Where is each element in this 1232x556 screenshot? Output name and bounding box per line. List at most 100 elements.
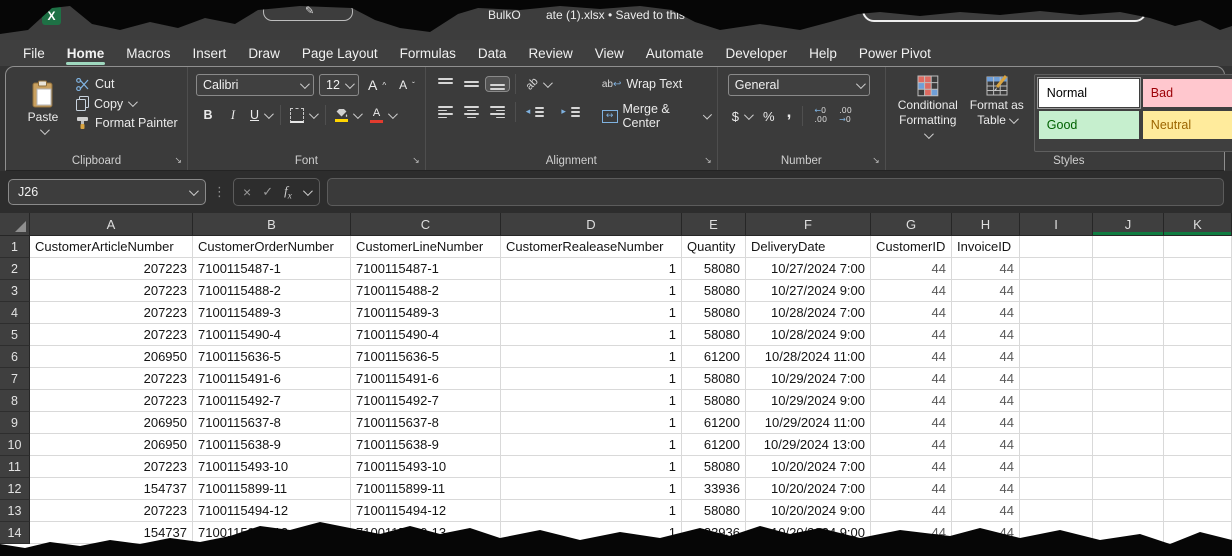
- cell-D9[interactable]: 1: [501, 412, 682, 434]
- tab-review[interactable]: Review: [517, 40, 583, 66]
- row-header-13[interactable]: 13: [0, 500, 30, 522]
- cell-K5[interactable]: [1164, 324, 1232, 346]
- cell-A4[interactable]: 207223: [30, 302, 193, 324]
- cell-H7[interactable]: 44: [952, 368, 1020, 390]
- cell-E14[interactable]: 33936: [682, 522, 746, 544]
- cell-B4[interactable]: 7100115489-3: [193, 302, 351, 324]
- column-header-K[interactable]: K: [1164, 213, 1232, 236]
- cell-H5[interactable]: 44: [952, 324, 1020, 346]
- column-header-D[interactable]: D: [501, 213, 682, 236]
- search-box-fragment[interactable]: [862, 0, 1147, 22]
- cell-F6[interactable]: 10/28/2024 11:00: [746, 346, 871, 368]
- cell-K12[interactable]: [1164, 478, 1232, 500]
- align-middle-button[interactable]: [460, 77, 483, 91]
- cell-I7[interactable]: [1020, 368, 1093, 390]
- comma-style-button[interactable]: ,: [783, 105, 796, 127]
- percent-style-button[interactable]: %: [759, 108, 779, 125]
- cell-I8[interactable]: [1020, 390, 1093, 412]
- row-header-6[interactable]: 6: [0, 346, 30, 368]
- cell-D5[interactable]: 1: [501, 324, 682, 346]
- cell-C10[interactable]: 7100115638-9: [351, 434, 501, 456]
- cell-B14[interactable]: 7100115900-13: [193, 522, 351, 544]
- cell-A1[interactable]: CustomerArticleNumber: [30, 236, 193, 258]
- cell-F9[interactable]: 10/29/2024 11:00: [746, 412, 871, 434]
- cell-K11[interactable]: [1164, 456, 1232, 478]
- cell-D13[interactable]: 1: [501, 500, 682, 522]
- cell-K3[interactable]: [1164, 280, 1232, 302]
- insert-function-button[interactable]: fx: [284, 183, 292, 201]
- cell-K9[interactable]: [1164, 412, 1232, 434]
- borders-button[interactable]: [286, 107, 320, 124]
- cell-K1[interactable]: [1164, 236, 1232, 258]
- align-top-button[interactable]: [434, 77, 457, 91]
- italic-button[interactable]: I: [222, 107, 244, 124]
- cell-J3[interactable]: [1093, 280, 1164, 302]
- cell-G9[interactable]: 44: [871, 412, 952, 434]
- cell-style-neutral[interactable]: Neutral: [1143, 111, 1232, 139]
- orientation-button[interactable]: ab: [522, 77, 554, 91]
- row-header-12[interactable]: 12: [0, 478, 30, 500]
- cell-C9[interactable]: 7100115637-8: [351, 412, 501, 434]
- cell-D1[interactable]: CustomerRealeaseNumber: [501, 236, 682, 258]
- cell-E9[interactable]: 61200: [682, 412, 746, 434]
- cell-I6[interactable]: [1020, 346, 1093, 368]
- cell-G14[interactable]: 44: [871, 522, 952, 544]
- name-box[interactable]: J26: [8, 179, 206, 205]
- font-dialog-launcher[interactable]: ↘: [412, 156, 420, 166]
- font-size-select[interactable]: 12: [319, 74, 359, 96]
- cell-C14[interactable]: 7100115900-13: [351, 522, 501, 544]
- paste-button[interactable]: Paste: [18, 73, 68, 152]
- cell-C6[interactable]: 7100115636-5: [351, 346, 501, 368]
- cell-B10[interactable]: 7100115638-9: [193, 434, 351, 456]
- cell-K14[interactable]: [1164, 522, 1232, 544]
- cell-F8[interactable]: 10/29/2024 9:00: [746, 390, 871, 412]
- cell-K7[interactable]: [1164, 368, 1232, 390]
- cell-A2[interactable]: 207223: [30, 258, 193, 280]
- cell-B6[interactable]: 7100115636-5: [193, 346, 351, 368]
- cell-D6[interactable]: 1: [501, 346, 682, 368]
- cell-C5[interactable]: 7100115490-4: [351, 324, 501, 346]
- cell-A6[interactable]: 206950: [30, 346, 193, 368]
- cell-B12[interactable]: 7100115899-11: [193, 478, 351, 500]
- row-header-8[interactable]: 8: [0, 390, 30, 412]
- cell-H1[interactable]: InvoiceID: [952, 236, 1020, 258]
- clipboard-dialog-launcher[interactable]: ↘: [174, 156, 182, 166]
- cell-F12[interactable]: 10/20/2024 7:00: [746, 478, 871, 500]
- tab-page-layout[interactable]: Page Layout: [291, 40, 389, 66]
- cell-D12[interactable]: 1: [501, 478, 682, 500]
- cell-C13[interactable]: 7100115494-12: [351, 500, 501, 522]
- cell-A7[interactable]: 207223: [30, 368, 193, 390]
- wrap-text-button[interactable]: ab↩ Wrap Text: [598, 76, 713, 92]
- row-header-7[interactable]: 7: [0, 368, 30, 390]
- cell-H3[interactable]: 44: [952, 280, 1020, 302]
- tab-automate[interactable]: Automate: [635, 40, 715, 66]
- column-header-I[interactable]: I: [1020, 213, 1093, 236]
- cell-G10[interactable]: 44: [871, 434, 952, 456]
- merge-center-button[interactable]: ↔ Merge & Center: [598, 101, 713, 131]
- cell-I2[interactable]: [1020, 258, 1093, 280]
- row-header-10[interactable]: 10: [0, 434, 30, 456]
- tab-file[interactable]: File: [12, 40, 56, 66]
- cell-H11[interactable]: 44: [952, 456, 1020, 478]
- number-format-select[interactable]: General: [728, 74, 870, 96]
- align-left-button[interactable]: [434, 105, 457, 119]
- number-dialog-launcher[interactable]: ↘: [872, 156, 880, 166]
- cell-G1[interactable]: CustomerID: [871, 236, 952, 258]
- cell-K4[interactable]: [1164, 302, 1232, 324]
- cell-C12[interactable]: 7100115899-11: [351, 478, 501, 500]
- row-header-14[interactable]: 14: [0, 522, 30, 544]
- align-center-button[interactable]: [460, 105, 483, 119]
- format-painter-button[interactable]: Format Painter: [72, 115, 182, 131]
- align-right-button[interactable]: [486, 105, 509, 119]
- cell-H12[interactable]: 44: [952, 478, 1020, 500]
- tab-formulas[interactable]: Formulas: [389, 40, 467, 66]
- cell-J7[interactable]: [1093, 368, 1164, 390]
- formula-input[interactable]: [327, 178, 1224, 206]
- cell-G2[interactable]: 44: [871, 258, 952, 280]
- cell-G4[interactable]: 44: [871, 302, 952, 324]
- cell-C1[interactable]: CustomerLineNumber: [351, 236, 501, 258]
- cell-F13[interactable]: 10/20/2024 9:00: [746, 500, 871, 522]
- cell-B1[interactable]: CustomerOrderNumber: [193, 236, 351, 258]
- cell-B8[interactable]: 7100115492-7: [193, 390, 351, 412]
- cell-J12[interactable]: [1093, 478, 1164, 500]
